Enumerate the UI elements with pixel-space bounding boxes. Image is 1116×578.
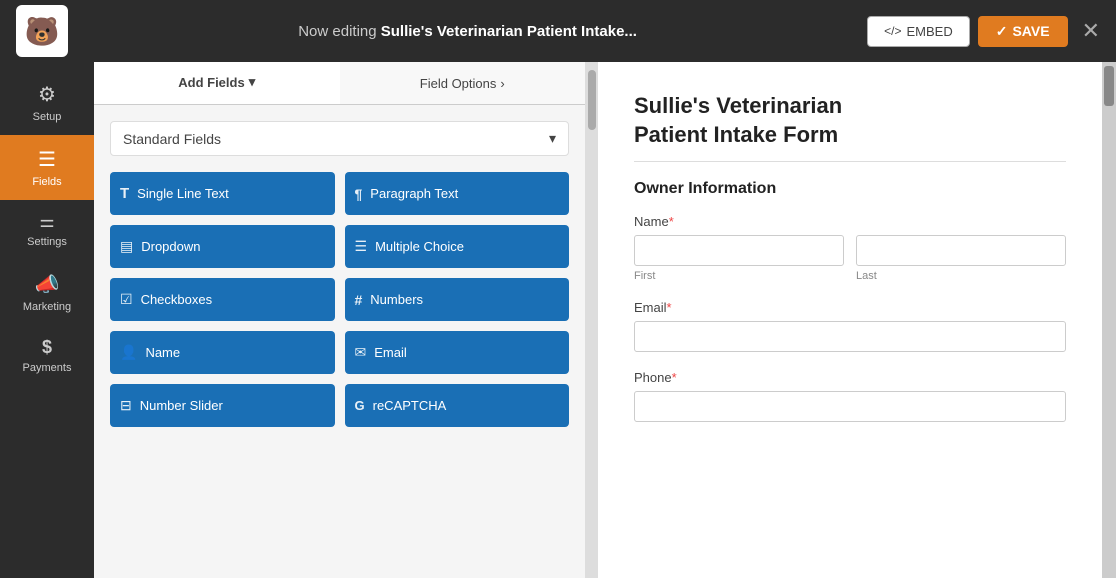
sidebar-item-setup[interactable]: ⚙ Setup [0,70,94,135]
phone-required: * [672,370,677,385]
email-field-group: Email* [634,300,1066,352]
embed-icon: </> [884,24,901,38]
gear-icon: ⚙ [38,82,56,107]
check-icon: ✓ [996,23,1008,40]
save-button[interactable]: ✓ SAVE [978,16,1068,47]
editing-label: Now editing Sullie's Veterinarian Patien… [80,23,855,40]
field-btn-paragraph-text[interactable]: ¶ Paragraph Text [345,172,570,215]
checkbox-icon: ☑ [120,291,133,308]
sidebar-item-label: Fields [32,176,61,188]
phone-field-group: Phone* [634,370,1066,422]
field-btn-dropdown[interactable]: ▤ Dropdown [110,225,335,268]
phone-label: Phone* [634,370,1066,385]
field-btn-email[interactable]: ✉ Email [345,331,570,374]
name-inputs-row: First Last [634,235,1066,282]
embed-button[interactable]: </> EMBED [867,16,970,47]
field-btn-multiple-choice[interactable]: ☰ Multiple Choice [345,225,570,268]
chevron-down-icon: ▾ [549,130,556,147]
chevron-down-icon: ▾ [249,74,256,90]
fields-tabs: Add Fields ▾ Field Options › [94,62,585,105]
last-name-sublabel: Last [856,270,1066,282]
megaphone-icon: 📣 [35,272,60,297]
fields-panel: Add Fields ▾ Field Options › Standard Fi… [94,62,586,578]
preview-scrollbar-thumb [1104,66,1114,106]
sidebar-item-label: Payments [23,362,72,374]
fields-icon: ☰ [38,147,56,172]
paragraph-icon: ¶ [355,186,363,202]
envelope-icon: ✉ [355,344,367,361]
sidebar-item-label: Setup [33,111,62,123]
phone-input[interactable] [634,391,1066,422]
sidebar-item-label: Marketing [23,301,71,313]
topbar-buttons: </> EMBED ✓ SAVE ✕ [867,16,1100,47]
main-layout: ⚙ Setup ☰ Fields ⚌ Settings 📣 Marketing … [0,62,1116,578]
form-preview-inner: Sullie's Veterinarian Patient Intake For… [598,62,1102,578]
email-input[interactable] [634,321,1066,352]
scrollbar-thumb [588,70,596,130]
fields-scrollbar[interactable] [586,62,598,578]
name-field-group: Name* First Last [634,214,1066,282]
close-button[interactable]: ✕ [1082,20,1100,42]
list-icon: ☰ [355,238,368,255]
form-title: Sullie's Veterinarian Patient Intake For… [634,92,1066,149]
form-preview: Sullie's Veterinarian Patient Intake For… [598,62,1102,578]
email-label: Email* [634,300,1066,315]
tab-add-fields[interactable]: Add Fields ▾ [94,62,340,104]
name-label: Name* [634,214,1066,229]
fields-content: Standard Fields ▾ T Single Line Text ¶ P… [94,105,585,578]
last-name-input[interactable] [856,235,1066,266]
sidebar-item-fields[interactable]: ☰ Fields [0,135,94,200]
sidebar-item-settings[interactable]: ⚌ Settings [0,200,94,260]
sidebar: ⚙ Setup ☰ Fields ⚌ Settings 📣 Marketing … [0,62,94,578]
field-btn-name[interactable]: 👤 Name [110,331,335,374]
text-icon: T [120,185,129,202]
sidebar-item-label: Settings [27,236,67,248]
last-name-col: Last [856,235,1066,282]
field-btn-numbers[interactable]: # Numbers [345,278,570,321]
dropdown-icon: ▤ [120,238,133,255]
owner-information-heading: Owner Information [634,180,1066,198]
form-divider [634,161,1066,162]
email-required: * [667,300,672,315]
first-name-sublabel: First [634,270,844,282]
preview-scrollbar[interactable] [1102,62,1116,578]
chevron-right-icon: › [500,76,504,91]
sidebar-item-marketing[interactable]: 📣 Marketing [0,260,94,325]
first-name-input[interactable] [634,235,844,266]
field-btn-single-line-text[interactable]: T Single Line Text [110,172,335,215]
dollar-icon: $ [42,337,52,358]
form-name: Sullie's Veterinarian Patient Intake... [381,23,637,40]
field-btn-number-slider[interactable]: ⊟ Number Slider [110,384,335,427]
tab-field-options[interactable]: Field Options › [340,62,586,104]
sliders-icon: ⚌ [39,212,54,232]
first-name-col: First [634,235,844,282]
sidebar-item-payments[interactable]: $ Payments [0,325,94,386]
person-icon: 👤 [120,344,137,361]
field-btn-recaptcha[interactable]: G reCAPTCHA [345,384,570,427]
field-btn-checkboxes[interactable]: ☑ Checkboxes [110,278,335,321]
hash-icon: # [355,292,363,308]
slider-icon: ⊟ [120,397,132,414]
app-logo: 🐻 [16,5,68,57]
field-buttons-grid: T Single Line Text ¶ Paragraph Text ▤ Dr… [110,172,569,427]
topbar: 🐻 Now editing Sullie's Veterinarian Pati… [0,0,1116,62]
name-required: * [669,214,674,229]
recaptcha-icon: G [355,398,365,413]
standard-fields-dropdown[interactable]: Standard Fields ▾ [110,121,569,156]
